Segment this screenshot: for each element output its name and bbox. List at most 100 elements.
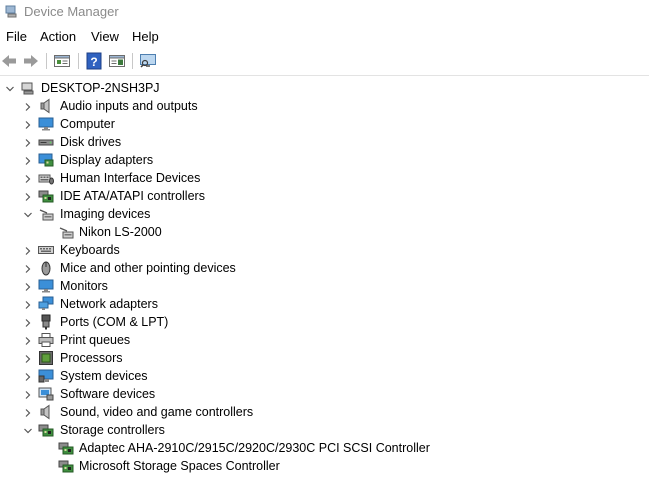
details-pane-icon[interactable] [108, 52, 126, 70]
tree-item-label: IDE ATA/ATAPI controllers [60, 189, 205, 203]
tree-item-sound-video-game[interactable]: Sound, video and game controllers [0, 403, 649, 421]
storage-controller-icon [38, 422, 54, 438]
chevron-right-icon[interactable] [23, 191, 33, 201]
tree-item-label: Human Interface Devices [60, 171, 201, 185]
tree-child-adaptec-scsi[interactable]: Adaptec AHA-2910C/2915C/2920C/2930C PCI … [0, 439, 649, 457]
tree-child-nikon-ls2000[interactable]: Nikon LS-2000 [0, 223, 649, 241]
software-device-icon [38, 386, 54, 402]
tree-item-computer[interactable]: Computer [0, 115, 649, 133]
chevron-right-icon[interactable] [23, 353, 33, 363]
tree-item-label: Disk drives [60, 135, 122, 149]
menu-help[interactable]: Help [132, 29, 159, 44]
toolbar-separator [132, 53, 133, 69]
tree-item-audio[interactable]: Audio inputs and outputs [0, 97, 649, 115]
menu-action[interactable]: Action [40, 29, 76, 44]
hid-icon [38, 170, 54, 186]
tree-item-monitors[interactable]: Monitors [0, 277, 649, 295]
tree-item-storage-controllers[interactable]: Storage controllers [0, 421, 649, 439]
chevron-right-icon[interactable] [23, 407, 33, 417]
tree-item-print-queues[interactable]: Print queues [0, 331, 649, 349]
toolbar-separator [78, 53, 79, 69]
chevron-right-icon[interactable] [23, 281, 33, 291]
chevron-right-icon[interactable] [23, 263, 33, 273]
chevron-down-icon[interactable] [23, 209, 33, 219]
tree-item-hid[interactable]: Human Interface Devices [0, 169, 649, 187]
help-icon[interactable]: ? [85, 52, 103, 70]
tree-item-software-devices[interactable]: Software devices [0, 385, 649, 403]
toolbar-divider [0, 75, 649, 76]
tree-item-label: Keyboards [60, 243, 120, 257]
device-manager-app-icon [5, 5, 18, 18]
svg-text:?: ? [90, 55, 97, 69]
window-title: Device Manager [24, 4, 119, 19]
tree-child-label: Adaptec AHA-2910C/2915C/2920C/2930C PCI … [79, 441, 430, 455]
tree-item-label: Ports (COM & LPT) [60, 315, 169, 329]
chevron-down-icon[interactable] [5, 83, 15, 93]
storage-controller-icon [58, 440, 74, 456]
keyboard-icon [38, 242, 54, 258]
tree-item-disk-drives[interactable]: Disk drives [0, 133, 649, 151]
tree-item-network-adapters[interactable]: Network adapters [0, 295, 649, 313]
tree-item-ports[interactable]: Ports (COM & LPT) [0, 313, 649, 331]
tree-item-label: System devices [60, 369, 148, 383]
tree-item-display-adapters[interactable]: Display adapters [0, 151, 649, 169]
tree-item-system-devices[interactable]: System devices [0, 367, 649, 385]
tree-item-keyboards[interactable]: Keyboards [0, 241, 649, 259]
title-bar: Device Manager [0, 0, 649, 24]
chevron-down-icon[interactable] [23, 425, 33, 435]
menu-view[interactable]: View [91, 29, 119, 44]
tree-item-label: Imaging devices [60, 207, 151, 221]
system-device-icon [38, 368, 54, 384]
chevron-right-icon[interactable] [23, 389, 33, 399]
back-icon[interactable] [0, 52, 18, 70]
chevron-right-icon[interactable] [23, 119, 33, 129]
tree-item-mice[interactable]: Mice and other pointing devices [0, 259, 649, 277]
chevron-right-icon[interactable] [23, 173, 33, 183]
tree-item-label: Sound, video and game controllers [60, 405, 254, 419]
properties-view-icon[interactable] [53, 52, 71, 70]
tree-item-label: Print queues [60, 333, 131, 347]
tree-root[interactable]: DESKTOP-2NSH3PJ [0, 79, 649, 97]
tree-item-label: Network adapters [60, 297, 158, 311]
tree-child-storage-spaces[interactable]: Microsoft Storage Spaces Controller [0, 457, 649, 475]
computer-icon [20, 80, 36, 96]
chevron-right-icon[interactable] [23, 299, 33, 309]
menu-file[interactable]: File [6, 29, 27, 44]
device-tree: DESKTOP-2NSH3PJ Audio inputs and outputs [0, 79, 649, 478]
scanner-icon [58, 224, 74, 240]
computer-icon [38, 116, 54, 132]
chevron-right-icon[interactable] [23, 155, 33, 165]
chevron-right-icon[interactable] [23, 137, 33, 147]
toolbar: ? [0, 49, 649, 73]
tree-item-label: Mice and other pointing devices [60, 261, 236, 275]
chevron-right-icon[interactable] [23, 101, 33, 111]
tree-item-ide-controllers[interactable]: IDE ATA/ATAPI controllers [0, 187, 649, 205]
processor-icon [38, 350, 54, 366]
forward-icon[interactable] [22, 52, 40, 70]
tree-item-label: Display adapters [60, 153, 154, 167]
menu-bar: File Action View Help [0, 26, 649, 48]
disk-drive-icon [38, 134, 54, 150]
tree-item-label: Storage controllers [60, 423, 165, 437]
storage-controller-icon [58, 458, 74, 474]
chevron-right-icon[interactable] [23, 245, 33, 255]
printer-icon [38, 332, 54, 348]
chevron-right-icon[interactable] [23, 371, 33, 381]
network-adapter-icon [38, 296, 54, 312]
ide-controller-icon [38, 188, 54, 204]
chevron-right-icon[interactable] [23, 317, 33, 327]
tree-item-label: Processors [60, 351, 123, 365]
tree-item-processors[interactable]: Processors [0, 349, 649, 367]
monitor-icon [38, 278, 54, 294]
scan-hardware-icon[interactable] [139, 52, 157, 70]
display-adapter-icon [38, 152, 54, 168]
chevron-right-icon[interactable] [23, 335, 33, 345]
port-icon [38, 314, 54, 330]
tree-item-label: Software devices [60, 387, 156, 401]
tree-item-label: Monitors [60, 279, 108, 293]
mouse-icon [38, 260, 54, 276]
tree-item-imaging-devices[interactable]: Imaging devices [0, 205, 649, 223]
speaker-icon [38, 98, 54, 114]
tree-child-label: Microsoft Storage Spaces Controller [79, 459, 280, 473]
scanner-icon [38, 206, 54, 222]
